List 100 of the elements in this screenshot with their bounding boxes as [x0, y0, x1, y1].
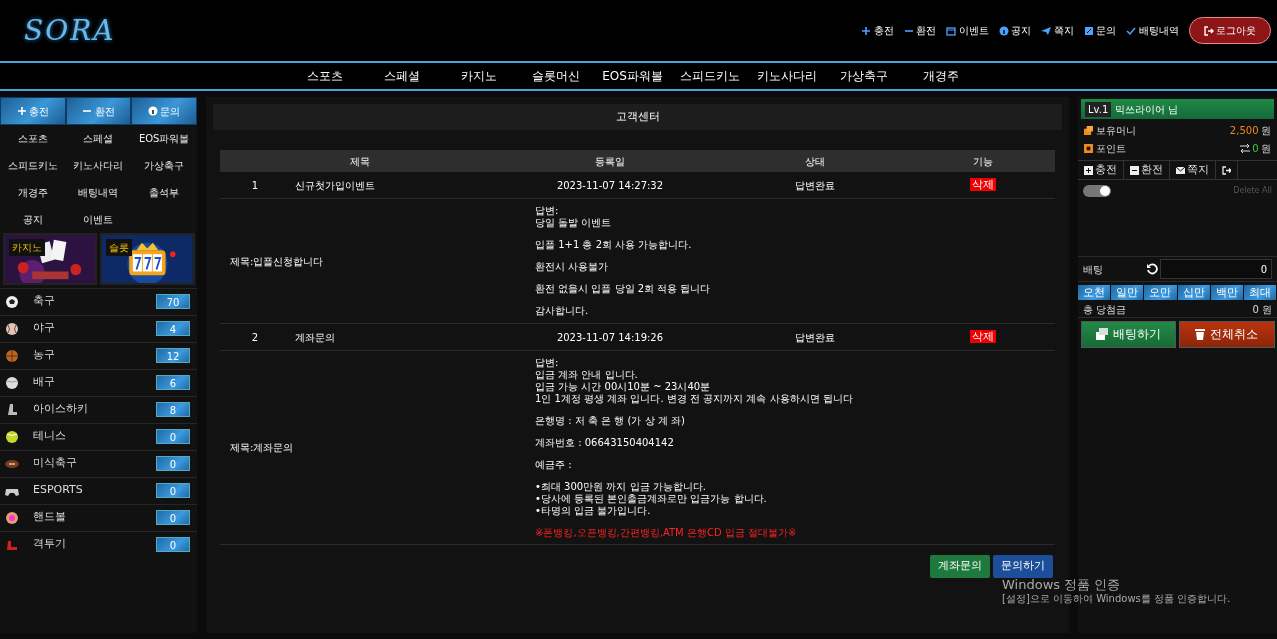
header-link[interactable]: 이벤트	[946, 23, 989, 38]
amount-button[interactable]: 백만	[1210, 284, 1244, 300]
count-badge: 0	[156, 483, 190, 498]
sport-name: 핸드볼	[33, 509, 67, 526]
sport-row[interactable]: 축구 70	[0, 287, 197, 315]
menu-link[interactable]: 키노사다리	[65, 152, 132, 179]
nav-link[interactable]: 키노사다리	[754, 67, 819, 85]
answer-text: 은행명 : 저 축 은 행 (가 상 계 좌)	[535, 415, 686, 427]
menu-link[interactable]: EOS파워볼	[131, 125, 197, 152]
menu-link[interactable]: 공지	[0, 206, 66, 233]
count-badge: 6	[156, 375, 190, 390]
reset-icon[interactable]	[1145, 263, 1158, 275]
menu-link[interactable]: 가상축구	[131, 152, 197, 179]
menu-link[interactable]: 스피드키노	[0, 152, 66, 179]
menu-link[interactable]: 스포츠	[0, 125, 66, 152]
delete-button[interactable]: 삭제	[969, 177, 996, 191]
panel-tab[interactable]: 환전	[1124, 161, 1170, 179]
menu-link[interactable]: 개경주	[0, 179, 66, 206]
answer-text: 입플 1+1 총 2회 사용 가능합니다.	[535, 239, 693, 251]
column-header: 상태	[804, 154, 826, 169]
amount-button[interactable]: 오만	[1144, 284, 1178, 300]
menu-link[interactable]: 출석부	[131, 179, 197, 206]
sport-row[interactable]: 아이스하키 8	[0, 395, 197, 423]
count-badge: 0	[156, 510, 190, 525]
checkmark-icon	[1126, 25, 1136, 36]
header-link[interactable]: 문의	[1083, 23, 1116, 38]
nav-link[interactable]: EOS파워볼	[600, 67, 665, 85]
menu-link[interactable]: 이벤트	[65, 206, 132, 233]
sport-name: 미식축구	[33, 455, 78, 472]
plus-icon	[16, 106, 27, 116]
logout-icon	[1203, 25, 1214, 36]
info-icon	[998, 25, 1009, 36]
point-value: 0	[1252, 142, 1259, 156]
bet-amount-field[interactable]: 0	[1160, 259, 1272, 279]
count-badge: 0	[156, 537, 190, 552]
answer-text: 답변: 입금 계좌 안내 입니다. 입금 가능 시간 00시10분 ~ 23시40분 1인 1계정 평생 계좌 입니다. 변경 전 공지까지 계속 사용하시면 됩니다	[535, 357, 854, 405]
sport-row[interactable]: 핸드볼 0	[0, 503, 197, 531]
sport-name: 축구	[33, 293, 56, 310]
answer-text: 환전시 사용불가	[535, 261, 610, 273]
panel-tab[interactable]: 충전	[1078, 161, 1124, 179]
sport-row[interactable]: 농구 12	[0, 341, 197, 369]
sport-row[interactable]: 미식축구 0	[0, 449, 197, 477]
sport-row[interactable]: 배구 6	[0, 368, 197, 396]
baseball-icon	[5, 321, 19, 336]
sport-name: 테니스	[33, 428, 67, 445]
menu-link[interactable]: 배팅내역	[65, 179, 132, 206]
currency-unit: 원	[1261, 124, 1271, 138]
sport-row[interactable]: 격투기 0	[0, 530, 197, 558]
cancel-all-button[interactable]: 전체취소	[1178, 320, 1275, 348]
nav-link[interactable]: 스포츠	[292, 67, 357, 85]
coins-icon	[1084, 126, 1093, 135]
answer-text: •최대 300만원 까지 입금 가능합니다. •당사에 등록된 본인출금계좌로만 입금가능 합니다. •타명의 입금 불가입니다.	[535, 481, 768, 517]
question-title: 제목:입플신청합니다	[230, 254, 324, 269]
sport-name: 격투기	[33, 536, 67, 553]
table-cell-text: 1	[250, 178, 260, 193]
table-cell-text: 2023-11-07 14:27:32	[555, 178, 665, 193]
envelope-icon	[1176, 165, 1185, 175]
sport-row[interactable]: 테니스 0	[0, 422, 197, 450]
volleyball-icon	[5, 375, 19, 390]
nav-link[interactable]: 가상축구	[831, 67, 896, 85]
bet-button[interactable]: 배팅하기	[1080, 320, 1177, 348]
header-link[interactable]: 배팅내역	[1126, 23, 1179, 38]
nav-link[interactable]: 카지노	[446, 67, 511, 85]
nav-link[interactable]: 스피드키노	[677, 67, 742, 85]
count-badge: 70	[156, 294, 190, 309]
panel-tab[interactable]: 쪽지	[1170, 161, 1216, 179]
sidebar-button[interactable]: 환전	[65, 97, 132, 125]
question-title: 제목:계좌문의	[230, 441, 294, 455]
banner-label[interactable]: 슬롯	[105, 239, 132, 256]
nav-link[interactable]: 슬롯머신	[523, 67, 588, 85]
level-badge: Lv.1	[1085, 101, 1112, 117]
trash-icon	[1195, 328, 1206, 340]
logout-button[interactable]: 로그아웃	[1188, 17, 1271, 44]
delete-button[interactable]: 삭제	[969, 329, 996, 343]
sport-name: ESPORTS	[33, 482, 84, 499]
handball-icon	[5, 510, 19, 525]
amount-button[interactable]: 오천	[1078, 284, 1112, 300]
plus-square-icon	[1084, 165, 1093, 175]
banner-label[interactable]: 카지노	[8, 239, 45, 256]
action-button[interactable]: 계좌문의	[930, 555, 990, 578]
header-link[interactable]: 충전	[861, 23, 894, 38]
sport-row[interactable]: ESPORTS 0	[0, 476, 197, 504]
header-link[interactable]: 쪽지	[1041, 23, 1074, 38]
header-link[interactable]: 공지	[998, 23, 1031, 38]
header-link[interactable]: 환전	[903, 23, 936, 38]
status-text: 답변완료	[794, 330, 836, 345]
exchange-icon[interactable]	[1239, 144, 1250, 153]
sport-row[interactable]: 야구 4	[0, 314, 197, 342]
activation-title: Windows 정품 인증	[1002, 578, 1122, 592]
inquiry-title[interactable]: 신규첫가입이벤트	[290, 177, 500, 193]
answer-text: 예금주 :	[535, 459, 573, 471]
total-label: 총 당첨금	[1083, 303, 1127, 317]
action-button[interactable]: 문의하기	[992, 555, 1053, 578]
toggle-switch[interactable]	[1083, 185, 1111, 197]
inquiry-title[interactable]: 계좌문의	[290, 329, 500, 345]
column-header: 제목	[349, 154, 371, 169]
count-badge: 4	[156, 321, 190, 336]
nav-link[interactable]: 스페셜	[369, 67, 434, 85]
menu-link[interactable]: 스페셜	[65, 125, 132, 152]
nav-link[interactable]: 개경주	[908, 67, 973, 85]
